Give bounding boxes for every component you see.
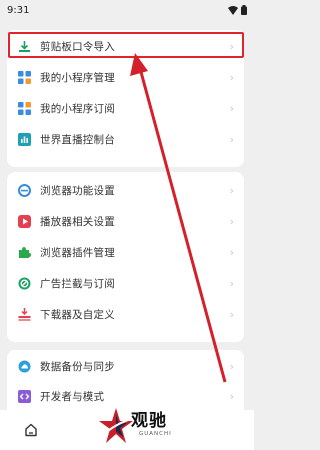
menu-card-2: 浏览器功能设置 › 播放器相关设置 › 浏览器插件管理 › 广告拦截与订阅 › … bbox=[7, 172, 244, 342]
cloud-icon bbox=[17, 359, 31, 373]
menu-item-label: 我的小程序订阅 bbox=[40, 102, 115, 115]
menu-item-label: 播放器相关设置 bbox=[40, 215, 115, 228]
menu-item-label: 下载器及自定义 bbox=[40, 308, 115, 321]
menu-item-label: 数据备份与同步 bbox=[40, 360, 115, 373]
status-icons bbox=[228, 5, 247, 15]
chevron-right-icon: › bbox=[229, 214, 234, 228]
menu-item-label: 广告拦截与订阅 bbox=[40, 277, 115, 290]
menu-item-label: 我的小程序管理 bbox=[40, 71, 115, 84]
bar-chart-icon bbox=[17, 132, 31, 146]
chevron-right-icon: › bbox=[229, 307, 234, 321]
home-icon[interactable] bbox=[24, 423, 38, 437]
highlight-box bbox=[8, 32, 244, 58]
battery-icon bbox=[241, 5, 247, 15]
code-icon bbox=[17, 389, 31, 403]
star-logo-icon bbox=[99, 408, 133, 443]
chevron-right-icon: › bbox=[229, 389, 234, 403]
menu-item-label: 开发者与模式 bbox=[40, 390, 105, 403]
browser-e-icon bbox=[17, 183, 31, 197]
puzzle-icon bbox=[17, 245, 31, 259]
download-stack-icon bbox=[17, 307, 31, 321]
chevron-right-icon: › bbox=[229, 245, 234, 259]
menu-item-label: 世界直播控制台 bbox=[40, 133, 115, 146]
menu-item-data-backup[interactable]: 数据备份与同步 › bbox=[7, 353, 244, 379]
status-bar: 9:31 bbox=[0, 0, 254, 20]
watermark-subtitle: GUANCHI bbox=[139, 431, 172, 437]
block-icon bbox=[17, 276, 31, 290]
menu-item-player-settings[interactable]: 播放器相关设置 › bbox=[7, 208, 244, 234]
chevron-right-icon: › bbox=[229, 359, 234, 373]
watermark-title: 观驰 bbox=[131, 411, 167, 431]
chevron-right-icon: › bbox=[229, 183, 234, 197]
menu-item-browser-settings[interactable]: 浏览器功能设置 › bbox=[7, 177, 244, 203]
chevron-right-icon: › bbox=[229, 132, 234, 146]
status-time: 9:31 bbox=[7, 4, 30, 16]
menu-item-mini-program-manage[interactable]: 我的小程序管理 › bbox=[7, 64, 244, 90]
menu-item-label: 浏览器功能设置 bbox=[40, 184, 115, 197]
chevron-right-icon: › bbox=[229, 101, 234, 115]
chevron-right-icon: › bbox=[229, 70, 234, 84]
watermark-logo: 观驰 GUANCHI bbox=[98, 404, 188, 450]
menu-item-label: 浏览器插件管理 bbox=[40, 246, 115, 259]
grid-apps-icon bbox=[17, 101, 31, 115]
menu-item-live-console[interactable]: 世界直播控制台 › bbox=[7, 126, 244, 152]
wifi-icon bbox=[228, 5, 238, 15]
chevron-right-icon: › bbox=[229, 276, 234, 290]
grid-apps-icon bbox=[17, 70, 31, 84]
menu-item-plugin-manage[interactable]: 浏览器插件管理 › bbox=[7, 239, 244, 265]
menu-item-mini-program-subscribe[interactable]: 我的小程序订阅 › bbox=[7, 95, 244, 121]
menu-item-downloader[interactable]: 下载器及自定义 › bbox=[7, 301, 244, 327]
play-icon bbox=[17, 214, 31, 228]
menu-item-ad-block[interactable]: 广告拦截与订阅 › bbox=[7, 270, 244, 296]
